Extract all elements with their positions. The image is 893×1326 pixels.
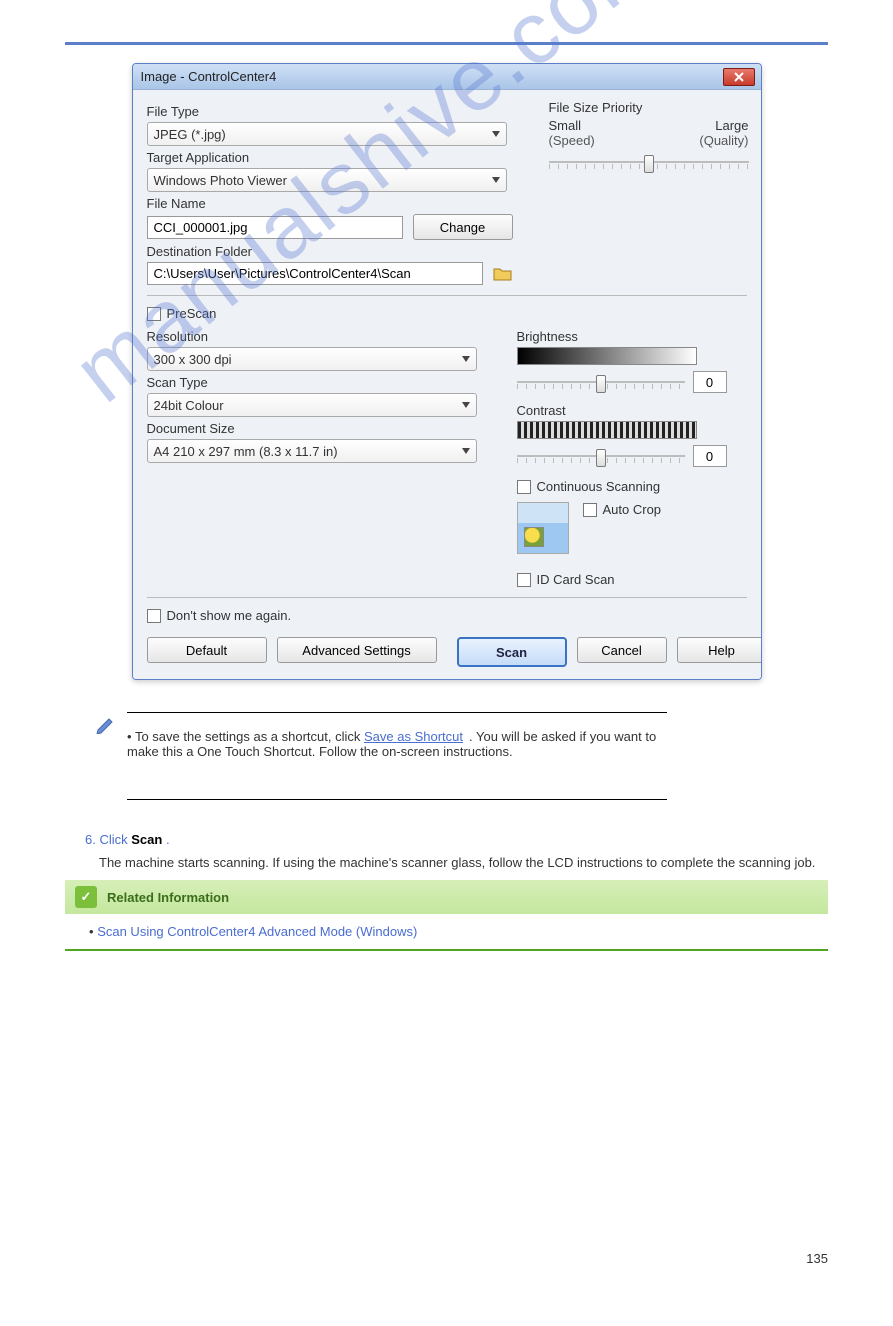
prescan-checkbox[interactable]: PreScan — [147, 306, 747, 321]
fsp-speed-label: (Speed) — [549, 133, 595, 148]
chevron-down-icon — [462, 448, 470, 454]
step-bold: Scan — [131, 832, 162, 847]
file-size-priority-label: File Size Priority — [549, 100, 749, 115]
id-card-scan-checkbox[interactable]: ID Card Scan — [517, 572, 727, 587]
slider-thumb-icon[interactable] — [596, 449, 606, 467]
scan-settings-dialog: Image - ControlCenter4 File Type JPEG (*… — [132, 63, 762, 680]
continuous-scanning-checkbox[interactable]: Continuous Scanning — [517, 479, 727, 494]
checkbox-icon — [517, 573, 531, 587]
checkbox-icon — [517, 480, 531, 494]
destination-folder-input[interactable] — [147, 262, 483, 285]
green-rule — [65, 949, 828, 951]
chevron-down-icon — [462, 356, 470, 362]
brightness-value-input[interactable] — [693, 371, 727, 393]
brightness-gradient-bar — [517, 347, 697, 365]
checkbox-icon — [583, 503, 597, 517]
page-top-rule — [65, 42, 828, 45]
slider-thumb-icon[interactable] — [644, 155, 654, 173]
dialog-title: Image - ControlCenter4 — [141, 69, 277, 84]
step-text-after: . — [166, 832, 170, 847]
prescan-label: PreScan — [167, 306, 217, 321]
page-number: 135 — [806, 1251, 828, 1266]
file-type-label: File Type — [147, 104, 513, 119]
document-size-value: A4 210 x 297 mm (8.3 x 11.7 in) — [154, 444, 338, 459]
checkbox-icon — [147, 307, 161, 321]
document-size-label: Document Size — [147, 421, 477, 436]
note-top-line — [127, 712, 667, 713]
file-name-label: File Name — [147, 196, 513, 211]
related-item-link[interactable]: Scan Using ControlCenter4 Advanced Mode … — [97, 924, 417, 939]
related-bullet: • — [89, 924, 94, 939]
fsp-large-label: Large — [715, 118, 748, 133]
note-bullet: • — [127, 729, 132, 744]
brightness-slider[interactable] — [517, 374, 685, 390]
folder-icon[interactable] — [493, 266, 513, 282]
continuous-scanning-label: Continuous Scanning — [537, 479, 661, 494]
file-name-input[interactable] — [147, 216, 403, 239]
chevron-down-icon — [492, 177, 500, 183]
scan-type-value: 24bit Colour — [154, 398, 224, 413]
related-info-title: Related Information — [107, 890, 229, 905]
change-button[interactable]: Change — [413, 214, 513, 240]
step-text-before: Click — [99, 832, 131, 847]
note-bottom-line — [127, 799, 667, 800]
close-icon — [734, 72, 744, 82]
checkbox-icon — [147, 609, 161, 623]
scan-type-label: Scan Type — [147, 375, 477, 390]
contrast-slider[interactable] — [517, 448, 685, 464]
auto-crop-checkbox[interactable]: Auto Crop — [583, 502, 662, 517]
document-size-dropdown[interactable]: A4 210 x 297 mm (8.3 x 11.7 in) — [147, 439, 477, 463]
brightness-label: Brightness — [517, 329, 727, 344]
file-type-value: JPEG (*.jpg) — [154, 127, 226, 142]
pencil-icon — [95, 712, 117, 734]
note-link[interactable]: Save as Shortcut — [364, 729, 463, 744]
fsp-small-label: Small — [549, 118, 582, 133]
target-app-label: Target Application — [147, 150, 513, 165]
target-app-value: Windows Photo Viewer — [154, 173, 287, 188]
auto-crop-label: Auto Crop — [603, 502, 662, 517]
cancel-button[interactable]: Cancel — [577, 637, 667, 663]
fsp-quality-label: (Quality) — [699, 133, 748, 148]
contrast-value-input[interactable] — [693, 445, 727, 467]
contrast-label: Contrast — [517, 403, 727, 418]
slider-thumb-icon[interactable] — [596, 375, 606, 393]
check-icon: ✓ — [75, 886, 97, 908]
dont-show-again-checkbox[interactable]: Don't show me again. — [147, 608, 747, 623]
scan-button[interactable]: Scan — [457, 637, 567, 667]
contrast-pattern-bar — [517, 421, 697, 439]
step-number: 6. — [85, 832, 99, 847]
file-type-dropdown[interactable]: JPEG (*.jpg) — [147, 122, 507, 146]
divider — [147, 295, 747, 296]
chevron-down-icon — [462, 402, 470, 408]
id-card-scan-label: ID Card Scan — [537, 572, 615, 587]
note-text-before: To save the settings as a shortcut, clic… — [135, 729, 364, 744]
scan-type-dropdown[interactable]: 24bit Colour — [147, 393, 477, 417]
default-button[interactable]: Default — [147, 637, 267, 663]
dont-show-again-label: Don't show me again. — [167, 608, 292, 623]
target-app-dropdown[interactable]: Windows Photo Viewer — [147, 168, 507, 192]
resolution-dropdown[interactable]: 300 x 300 dpi — [147, 347, 477, 371]
resolution-value: 300 x 300 dpi — [154, 352, 232, 367]
divider — [147, 597, 747, 598]
close-button[interactable] — [723, 68, 755, 86]
resolution-label: Resolution — [147, 329, 477, 344]
help-button[interactable]: Help — [677, 637, 762, 663]
advanced-settings-button[interactable]: Advanced Settings — [277, 637, 437, 663]
destination-folder-label: Destination Folder — [147, 244, 513, 259]
file-size-priority-slider[interactable] — [549, 154, 749, 170]
related-info-header: ✓ Related Information — [65, 880, 828, 914]
preview-thumbnail-icon — [517, 502, 569, 554]
dialog-titlebar[interactable]: Image - ControlCenter4 — [133, 64, 761, 90]
chevron-down-icon — [492, 131, 500, 137]
